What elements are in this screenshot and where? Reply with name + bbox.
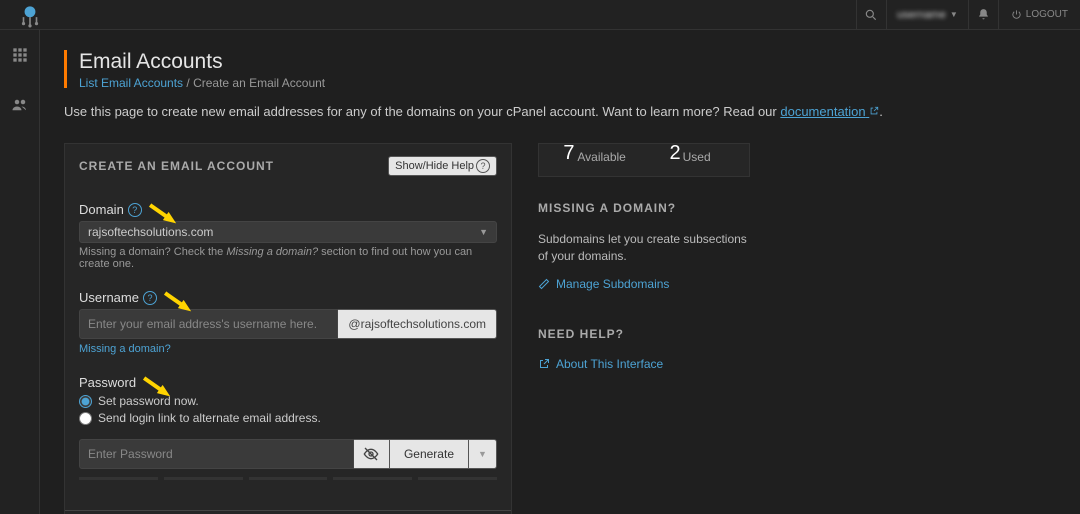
missing-domain-text: Subdomains let you create subsections of…: [538, 231, 750, 265]
username-help-icon[interactable]: ?: [143, 291, 157, 305]
domain-label: Domain: [79, 202, 124, 217]
missing-domain-header: MISSING A DOMAIN?: [538, 201, 750, 215]
about-interface-link[interactable]: About This Interface: [538, 357, 750, 371]
bell-icon[interactable]: [968, 0, 998, 30]
username-label: Username: [79, 290, 139, 305]
pw-now-radio[interactable]: [79, 395, 92, 408]
password-input[interactable]: [79, 439, 354, 469]
logout-button[interactable]: LOGOUT: [998, 0, 1080, 30]
username-input[interactable]: [79, 309, 338, 339]
domain-hint: Missing a domain? Check the Missing a do…: [79, 246, 497, 270]
search-icon[interactable]: [856, 0, 886, 30]
page-title: Email Accounts: [79, 50, 325, 74]
nav-users-icon[interactable]: [0, 90, 40, 120]
chevron-down-icon: ▼: [479, 227, 488, 237]
password-visibility-toggle[interactable]: [354, 439, 390, 469]
pw-now-label: Set password now.: [98, 394, 199, 408]
brand-logo[interactable]: [10, 0, 50, 30]
username-domain-addon: @rajsoftechsolutions.com: [338, 309, 497, 339]
domain-value: rajsoftechsolutions.com: [88, 225, 213, 239]
stats-card: 7 Available 2 Used: [538, 143, 750, 177]
domain-select[interactable]: rajsoftechsolutions.com ▼: [79, 221, 497, 243]
documentation-link[interactable]: documentation: [780, 104, 879, 119]
breadcrumb-current: Create an Email Account: [193, 76, 325, 90]
generate-button[interactable]: Generate: [390, 439, 469, 469]
password-label: Password: [79, 375, 136, 390]
user-menu[interactable]: username▼: [886, 0, 968, 30]
intro-text: Use this page to create new email addres…: [64, 104, 1050, 119]
stat-available-label: Available: [577, 150, 625, 164]
missing-domain-link[interactable]: Missing a domain?: [79, 343, 171, 355]
show-hide-help-button[interactable]: Show/Hide Help ?: [388, 156, 497, 176]
breadcrumb-list-link[interactable]: List Email Accounts: [79, 76, 183, 90]
generate-dropdown[interactable]: ▼: [469, 439, 497, 469]
stat-available-num: 7: [563, 142, 574, 165]
nav-apps-icon[interactable]: [0, 40, 40, 70]
password-strength-meter: [79, 477, 497, 480]
breadcrumb: List Email Accounts / Create an Email Ac…: [79, 76, 325, 90]
domain-help-icon[interactable]: ?: [128, 203, 142, 217]
logout-label: LOGOUT: [1026, 9, 1068, 20]
manage-subdomains-link[interactable]: Manage Subdomains: [538, 277, 750, 291]
stat-used-label: Used: [683, 150, 711, 164]
form-header: CREATE AN EMAIL ACCOUNT: [79, 159, 274, 173]
accent-bar: [64, 50, 67, 88]
pw-alt-radio[interactable]: [79, 412, 92, 425]
need-help-header: NEED HELP?: [538, 327, 750, 341]
stat-used-num: 2: [670, 142, 681, 165]
pw-alt-label: Send login link to alternate email addre…: [98, 411, 321, 425]
